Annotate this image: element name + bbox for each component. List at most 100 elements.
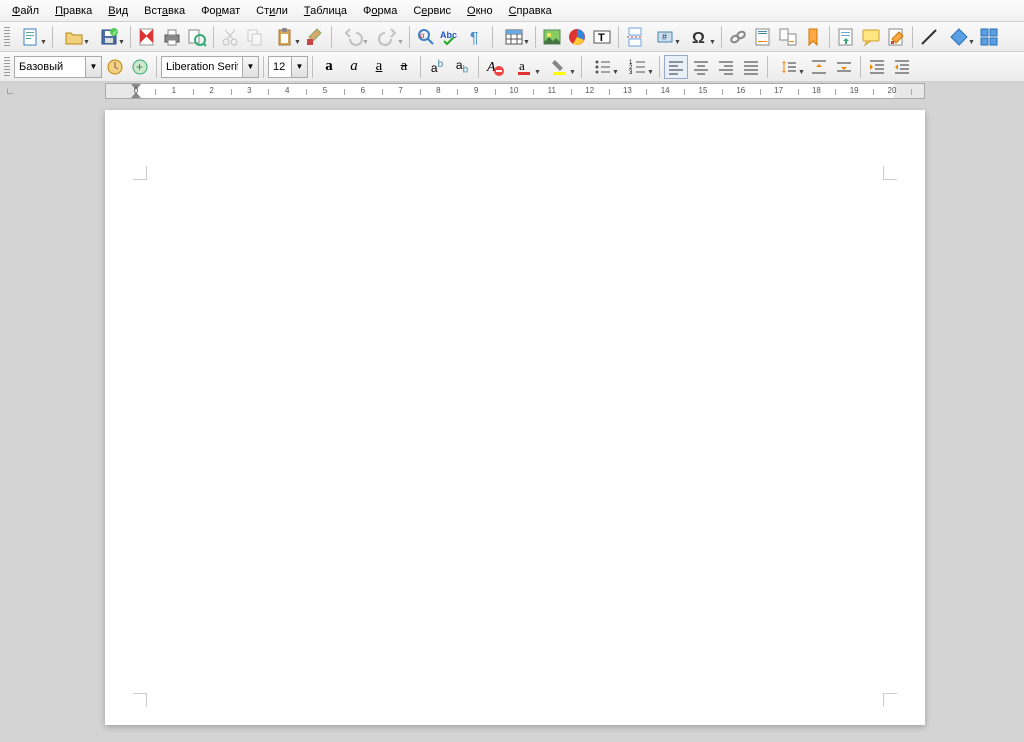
update-style-button[interactable] xyxy=(103,55,127,79)
paragraph-style-input[interactable] xyxy=(15,57,85,77)
dropdown-icon[interactable]: ▼ xyxy=(85,57,101,77)
updatestyle-icon xyxy=(105,57,125,77)
page[interactable] xyxy=(105,110,925,725)
find-replace-button[interactable]: α xyxy=(414,25,438,49)
highlight-button[interactable]: ▼ xyxy=(543,55,577,79)
menu-window[interactable]: Окно xyxy=(459,3,501,19)
font-name-input[interactable] xyxy=(162,57,242,77)
clear-formatting-button[interactable]: A xyxy=(483,55,507,79)
paraspup-icon xyxy=(809,57,829,77)
fontcolor-icon: a xyxy=(515,57,535,77)
new-doc-icon xyxy=(21,27,41,47)
bold-button[interactable]: a xyxy=(317,55,341,79)
ruler-corner: ∟ xyxy=(0,82,20,100)
document-area xyxy=(0,100,1024,742)
menu-edit[interactable]: Правка xyxy=(47,3,100,19)
bookmark-button[interactable] xyxy=(801,25,825,49)
ruler-number: 10 xyxy=(510,86,519,95)
paste-button[interactable]: ▼ xyxy=(268,25,302,49)
font-name-combo[interactable]: ▼ xyxy=(161,56,259,78)
endnote-icon xyxy=(778,27,798,47)
insert-field-button[interactable]: # ▼ xyxy=(648,25,682,49)
draw-line-button[interactable] xyxy=(917,25,941,49)
horizontal-ruler[interactable]: 01234567891011121314151617181920 xyxy=(105,83,925,99)
page-break-button[interactable] xyxy=(623,25,647,49)
special-char-button[interactable]: Ω ▼ xyxy=(683,25,717,49)
page-margin-mark xyxy=(883,166,897,180)
basic-shapes-button[interactable]: ▼ xyxy=(942,25,976,49)
insert-table-button[interactable]: ▼ xyxy=(497,25,531,49)
open-icon xyxy=(64,27,84,47)
justify-button[interactable] xyxy=(739,55,763,79)
footnote-icon xyxy=(753,27,773,47)
font-size-combo[interactable]: ▼ xyxy=(268,56,308,78)
new-doc-button[interactable]: ▼ xyxy=(14,25,48,49)
align-right-button[interactable] xyxy=(714,55,738,79)
dropdown-icon[interactable]: ▼ xyxy=(291,57,307,77)
menu-help[interactable]: Справка xyxy=(501,3,560,19)
footnote-button[interactable] xyxy=(751,25,775,49)
font-size-input[interactable] xyxy=(269,57,291,77)
menu-format[interactable]: Формат xyxy=(193,3,248,19)
numbers-icon: 123 xyxy=(628,57,648,77)
clone-format-button[interactable] xyxy=(303,25,327,49)
align-center-button[interactable] xyxy=(689,55,713,79)
print-icon xyxy=(162,27,182,47)
print-button[interactable] xyxy=(160,25,184,49)
increase-indent-button[interactable] xyxy=(865,55,889,79)
line-spacing-button[interactable]: ▼ xyxy=(772,55,806,79)
indentdec-icon xyxy=(892,57,912,77)
preview-icon xyxy=(187,27,207,47)
font-color-button[interactable]: a ▼ xyxy=(508,55,542,79)
cut-button[interactable] xyxy=(218,25,242,49)
redo-button[interactable]: ▼ xyxy=(371,25,405,49)
menu-tools[interactable]: Сервис xyxy=(405,3,459,19)
ruler-number: 6 xyxy=(361,86,365,95)
strikethrough-button[interactable]: a xyxy=(392,55,416,79)
menu-table[interactable]: Таблица xyxy=(296,3,355,19)
underline-button[interactable]: a xyxy=(367,55,391,79)
copy-button[interactable] xyxy=(243,25,267,49)
menu-view[interactable]: Вид xyxy=(100,3,136,19)
endnote-button[interactable] xyxy=(776,25,800,49)
superscript-button[interactable]: ab xyxy=(425,55,449,79)
insert-image-button[interactable] xyxy=(540,25,564,49)
print-preview-button[interactable] xyxy=(185,25,209,49)
dropdown-icon[interactable]: ▼ xyxy=(242,57,258,77)
italic-button[interactable]: a xyxy=(342,55,366,79)
para-space-decrease-button[interactable] xyxy=(832,55,856,79)
insert-textbox-button[interactable]: T xyxy=(590,25,614,49)
paragraph-style-combo[interactable]: ▼ xyxy=(14,56,102,78)
clearfmt-icon: A xyxy=(485,57,505,77)
open-button[interactable]: ▼ xyxy=(57,25,91,49)
para-space-increase-button[interactable] xyxy=(807,55,831,79)
menu-form[interactable]: Форма xyxy=(355,3,405,19)
export-pdf-button[interactable] xyxy=(135,25,159,49)
ruler-number: 14 xyxy=(661,86,670,95)
new-style-button[interactable]: + xyxy=(128,55,152,79)
menu-styles[interactable]: Стили xyxy=(248,3,296,19)
line-icon xyxy=(919,27,939,47)
ruler-area: ∟ 01234567891011121314151617181920 xyxy=(0,82,1024,100)
cross-reference-button[interactable] xyxy=(834,25,858,49)
number-list-button[interactable]: 123 ▼ xyxy=(621,55,655,79)
save-button[interactable]: ✓ ▼ xyxy=(92,25,126,49)
ruler-number: 8 xyxy=(436,86,440,95)
toolbar-handle-2[interactable] xyxy=(4,57,10,77)
decrease-indent-button[interactable] xyxy=(890,55,914,79)
show-draw-functions-button[interactable] xyxy=(977,25,1001,49)
hyperlink-button[interactable] xyxy=(726,25,750,49)
formatting-marks-button[interactable]: ¶ xyxy=(464,25,488,49)
spellcheck-button[interactable]: Abc xyxy=(439,25,463,49)
bullet-list-button[interactable]: ▼ xyxy=(586,55,620,79)
menu-file[interactable]: ФФайлайл xyxy=(4,3,47,19)
comment-button[interactable] xyxy=(859,25,883,49)
insert-chart-button[interactable] xyxy=(565,25,589,49)
menu-insert[interactable]: Вставка xyxy=(136,3,193,19)
pagebreak-icon xyxy=(625,27,645,47)
align-left-button[interactable] xyxy=(664,55,688,79)
subscript-button[interactable]: ab xyxy=(450,55,474,79)
undo-button[interactable]: ▼ xyxy=(336,25,370,49)
toolbar-handle[interactable] xyxy=(4,27,10,47)
track-changes-button[interactable] xyxy=(884,25,908,49)
